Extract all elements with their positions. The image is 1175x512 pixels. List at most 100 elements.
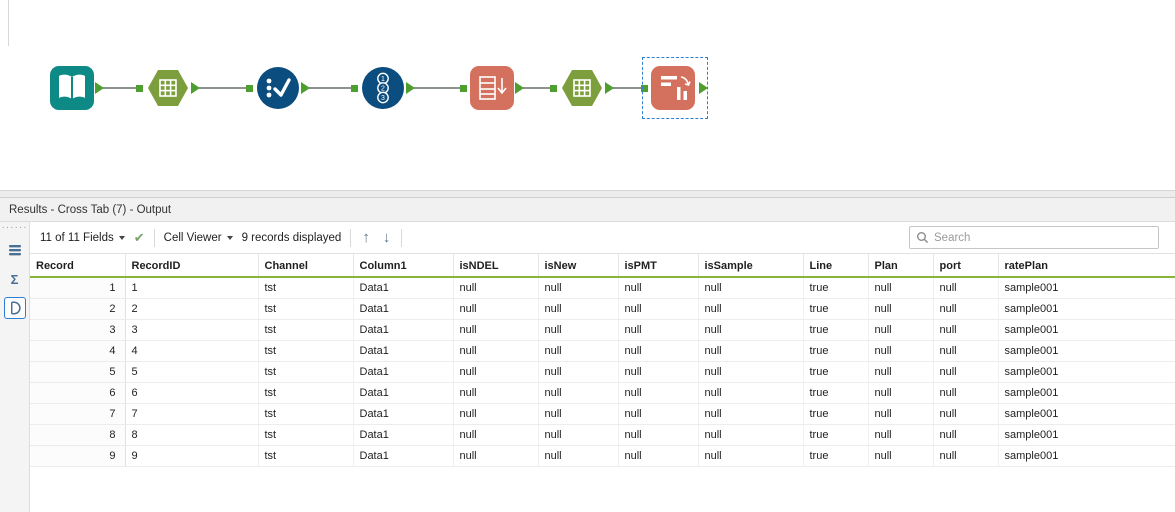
- table-cell[interactable]: Data1: [353, 403, 454, 425]
- table-cell[interactable]: tst: [258, 403, 354, 425]
- table-cell[interactable]: null: [538, 382, 619, 404]
- column-header-issample[interactable]: isSample: [698, 254, 804, 278]
- summarize-tool[interactable]: [145, 65, 191, 111]
- column-header-rateplan[interactable]: ratePlan: [998, 254, 1175, 278]
- table-cell[interactable]: tst: [258, 382, 354, 404]
- table-cell[interactable]: true: [803, 403, 869, 425]
- record-number-cell[interactable]: 3: [30, 319, 126, 341]
- table-cell[interactable]: null: [538, 340, 619, 362]
- table-cell[interactable]: true: [803, 340, 869, 362]
- record-number-cell[interactable]: 5: [30, 361, 126, 383]
- table-cell[interactable]: null: [868, 340, 934, 362]
- connection-wire[interactable]: [309, 87, 351, 89]
- table-cell[interactable]: true: [803, 298, 869, 320]
- output-anchor[interactable]: [301, 82, 310, 94]
- table-cell[interactable]: null: [453, 382, 539, 404]
- table-cell[interactable]: tst: [258, 298, 354, 320]
- table-cell[interactable]: null: [698, 361, 804, 383]
- table-cell[interactable]: null: [538, 277, 619, 299]
- table-cell[interactable]: null: [698, 445, 804, 467]
- table-cell[interactable]: null: [618, 298, 699, 320]
- table-cell[interactable]: null: [933, 361, 999, 383]
- output-anchor[interactable]: [95, 82, 104, 94]
- table-cell[interactable]: null: [868, 277, 934, 299]
- output-anchor[interactable]: [605, 82, 614, 94]
- table-cell[interactable]: null: [618, 361, 699, 383]
- metadata-view-button[interactable]: Σ: [4, 268, 26, 290]
- output-anchor[interactable]: [406, 82, 415, 94]
- table-cell[interactable]: null: [698, 403, 804, 425]
- table-cell[interactable]: null: [698, 382, 804, 404]
- record-number-cell[interactable]: 1: [30, 277, 126, 299]
- input-anchor[interactable]: [351, 85, 358, 92]
- table-cell[interactable]: Data1: [353, 340, 454, 362]
- connection-wire[interactable]: [103, 87, 136, 89]
- table-cell[interactable]: 8: [125, 424, 259, 446]
- column-header-record[interactable]: Record: [30, 254, 126, 278]
- table-cell[interactable]: tst: [258, 277, 354, 299]
- column-header-channel[interactable]: Channel: [258, 254, 354, 278]
- table-cell[interactable]: null: [538, 403, 619, 425]
- table-cell[interactable]: null: [453, 319, 539, 341]
- table-cell[interactable]: sample001: [998, 361, 1175, 383]
- table-cell[interactable]: tst: [258, 319, 354, 341]
- table-cell[interactable]: tst: [258, 445, 354, 467]
- record-number-cell[interactable]: 9: [30, 445, 126, 467]
- table-cell[interactable]: null: [618, 382, 699, 404]
- table-cell[interactable]: null: [453, 445, 539, 467]
- table-cell[interactable]: Data1: [353, 277, 454, 299]
- previous-record-button[interactable]: ↑: [360, 230, 372, 245]
- column-header-isndel[interactable]: isNDEL: [453, 254, 539, 278]
- table-cell[interactable]: true: [803, 361, 869, 383]
- table-cell[interactable]: sample001: [998, 340, 1175, 362]
- table-cell[interactable]: null: [538, 445, 619, 467]
- table-cell[interactable]: null: [618, 340, 699, 362]
- table-cell[interactable]: Data1: [353, 361, 454, 383]
- table-cell[interactable]: null: [933, 403, 999, 425]
- record-number-cell[interactable]: 8: [30, 424, 126, 446]
- table-cell[interactable]: 6: [125, 382, 259, 404]
- table-cell[interactable]: null: [618, 319, 699, 341]
- table-cell[interactable]: sample001: [998, 319, 1175, 341]
- table-cell[interactable]: 1: [125, 277, 259, 299]
- apply-check-icon[interactable]: ✔: [134, 230, 145, 246]
- table-cell[interactable]: null: [933, 445, 999, 467]
- table-cell[interactable]: null: [453, 361, 539, 383]
- connection-wire[interactable]: [523, 87, 550, 89]
- table-cell[interactable]: null: [453, 424, 539, 446]
- column-header-plan[interactable]: Plan: [868, 254, 934, 278]
- table-cell[interactable]: true: [803, 277, 869, 299]
- table-cell[interactable]: true: [803, 424, 869, 446]
- table-cell[interactable]: null: [868, 298, 934, 320]
- table-cell[interactable]: Data1: [353, 445, 454, 467]
- transpose-tool[interactable]: [469, 65, 515, 111]
- connection-wire[interactable]: [414, 87, 460, 89]
- input-data-tool[interactable]: [49, 65, 95, 111]
- table-cell[interactable]: null: [933, 340, 999, 362]
- table-cell[interactable]: null: [698, 319, 804, 341]
- table-cell[interactable]: null: [933, 424, 999, 446]
- summarize-tool-2[interactable]: [559, 65, 605, 111]
- column-header-ispmt[interactable]: isPMT: [618, 254, 699, 278]
- table-cell[interactable]: null: [868, 361, 934, 383]
- table-cell[interactable]: sample001: [998, 382, 1175, 404]
- connection-wire[interactable]: [199, 87, 246, 89]
- table-cell[interactable]: null: [698, 298, 804, 320]
- input-anchor[interactable]: [550, 85, 557, 92]
- column-header-line[interactable]: Line: [803, 254, 869, 278]
- table-cell[interactable]: sample001: [998, 277, 1175, 299]
- table-cell[interactable]: 2: [125, 298, 259, 320]
- record-number-cell[interactable]: 4: [30, 340, 126, 362]
- record-number-cell[interactable]: 7: [30, 403, 126, 425]
- table-cell[interactable]: null: [868, 445, 934, 467]
- record-number-cell[interactable]: 6: [30, 382, 126, 404]
- table-cell[interactable]: null: [618, 445, 699, 467]
- table-cell[interactable]: null: [868, 424, 934, 446]
- table-cell[interactable]: 4: [125, 340, 259, 362]
- next-record-button[interactable]: ↓: [381, 230, 393, 245]
- table-cell[interactable]: tst: [258, 340, 354, 362]
- column-header-recordid[interactable]: RecordID: [125, 254, 259, 278]
- table-cell[interactable]: null: [618, 403, 699, 425]
- record-id-tool[interactable]: 1 2 3: [360, 65, 406, 111]
- table-cell[interactable]: null: [538, 319, 619, 341]
